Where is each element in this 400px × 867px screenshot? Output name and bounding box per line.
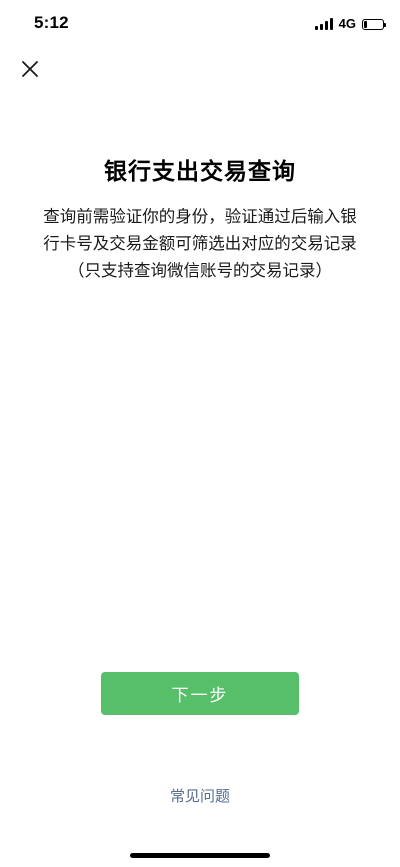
close-button[interactable] <box>16 55 44 83</box>
status-bar: 5:12 4G <box>0 0 400 50</box>
signal-icon <box>314 18 333 30</box>
faq-link[interactable]: 常见问题 <box>0 785 400 806</box>
network-type: 4G <box>338 16 356 31</box>
description-text: 查询前需验证你的身份，验证通过后输入银行卡号及交易金额可筛选出对应的交易记录（只… <box>43 207 357 280</box>
status-indicators: 4G <box>314 16 386 32</box>
battery-level <box>364 20 367 28</box>
home-indicator[interactable] <box>130 853 270 858</box>
page-title: 银行支出交易查询 <box>104 159 296 185</box>
battery-icon <box>362 18 386 30</box>
next-step-label: 下一步 <box>171 686 229 706</box>
next-step-button[interactable]: 下一步 <box>101 672 299 715</box>
close-icon <box>22 61 38 77</box>
status-time: 5:12 <box>34 13 69 32</box>
